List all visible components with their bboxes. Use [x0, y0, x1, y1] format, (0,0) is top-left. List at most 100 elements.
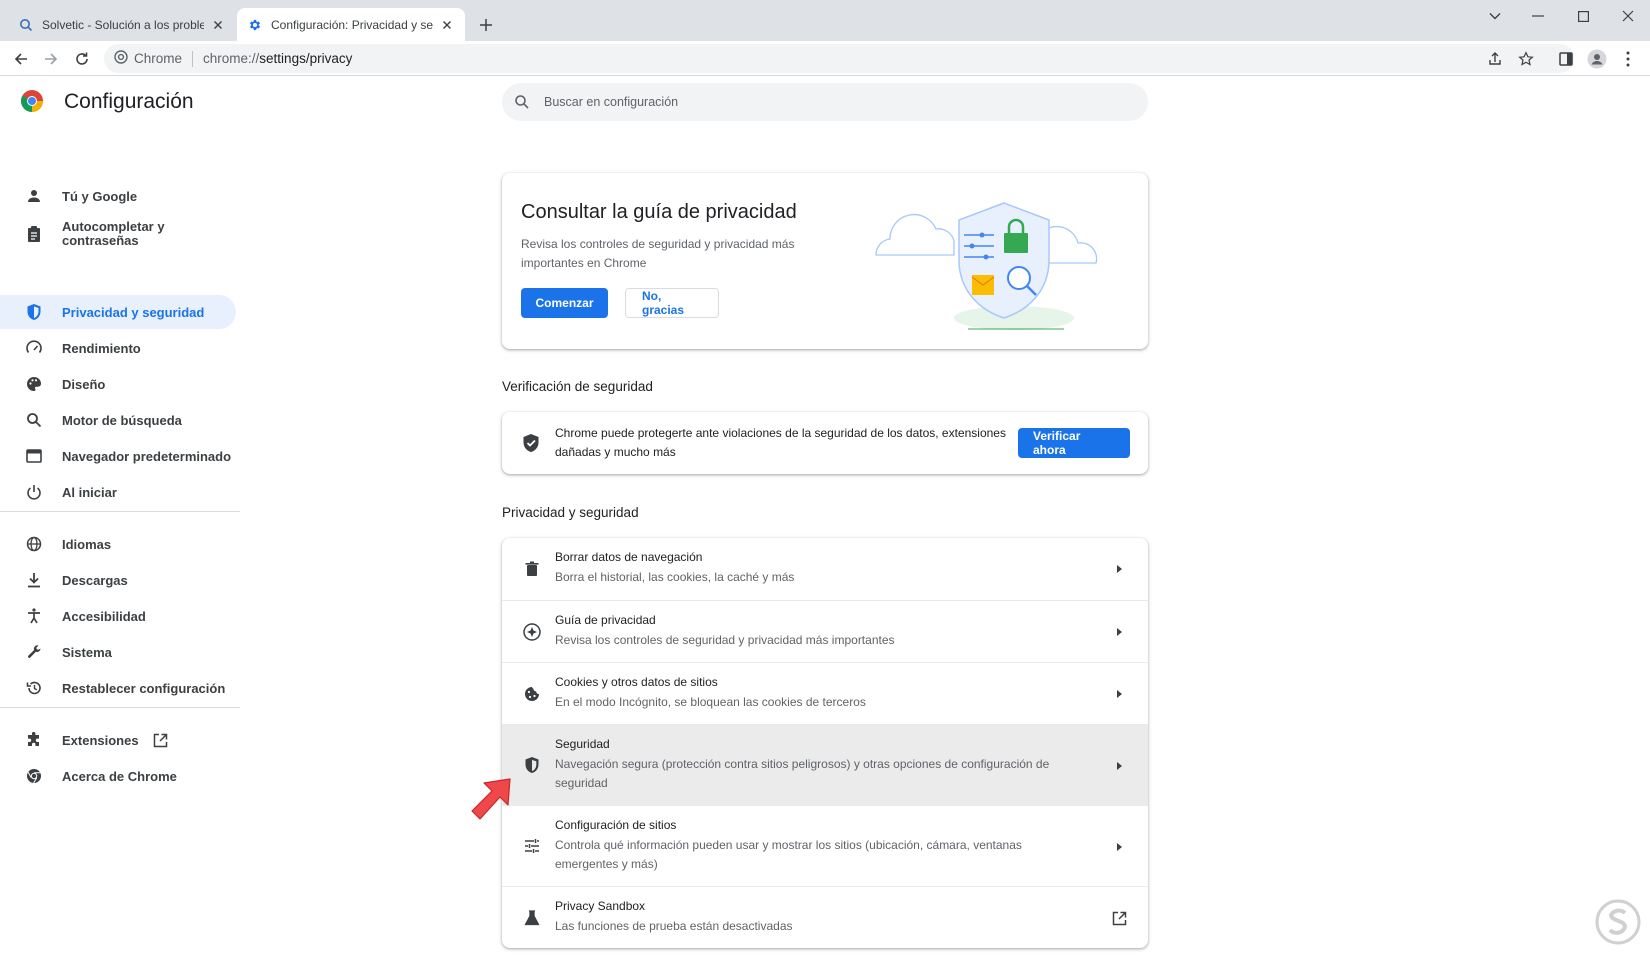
sidebar-item-extensions[interactable]: Extensiones	[0, 723, 236, 757]
menu-kebab-icon[interactable]	[1615, 46, 1641, 72]
check-now-button[interactable]: Verificar ahora	[1018, 428, 1130, 458]
browser-icon	[24, 446, 44, 466]
search-placeholder: Buscar en configuración	[544, 95, 679, 109]
search-favicon-icon	[18, 17, 34, 33]
bookmark-star-icon[interactable]	[1513, 44, 1539, 73]
sidebar-item-privacy-and-security[interactable]: Privacidad y seguridad	[0, 295, 236, 329]
sidebar-item-search-engine[interactable]: Motor de búsqueda	[0, 403, 236, 437]
sliders-icon	[521, 835, 543, 857]
privacy-settings-list: Borrar datos de navegación Borra el hist…	[502, 538, 1148, 948]
site-chip-label: Chrome	[134, 51, 183, 66]
sidebar-divider	[0, 511, 240, 512]
privacy-section-title: Privacidad y seguridad	[502, 505, 639, 520]
browser-toolbar: Chrome chrome:// settings/privacy	[0, 41, 1650, 76]
sidebar-item-performance[interactable]: Rendimiento	[0, 331, 236, 365]
tab-search-chevron-icon[interactable]	[1478, 4, 1512, 28]
close-window-icon[interactable]	[1611, 4, 1645, 28]
maximize-icon[interactable]	[1566, 4, 1600, 28]
close-tab-icon[interactable]	[439, 17, 455, 33]
sidebar-divider	[0, 707, 240, 708]
profile-avatar-icon[interactable]	[1584, 46, 1610, 72]
privacy-guide-promo-card: Consultar la guía de privacidad Revisa l…	[502, 173, 1148, 349]
start-privacy-guide-button[interactable]: Comenzar	[521, 288, 608, 318]
privacy-guide-illustration	[864, 193, 1114, 333]
promo-title: Consultar la guía de privacidad	[521, 201, 797, 223]
tab-solvetic[interactable]: Solvetic - Solución a los problemas	[8, 8, 236, 41]
chrome-logo-icon	[20, 89, 44, 113]
cookie-icon	[521, 683, 543, 705]
forward-arrow-icon[interactable]	[38, 46, 64, 72]
annotation-arrow	[466, 775, 516, 825]
site-settings-row[interactable]: Configuración de sitios Controla qué inf…	[502, 805, 1148, 886]
row-subtitle: En el modo Incógnito, se bloquean las co…	[555, 695, 866, 709]
trash-icon	[521, 558, 543, 580]
new-tab-button[interactable]	[474, 13, 498, 37]
tab-title: Configuración: Privacidad y seguridad	[271, 17, 433, 32]
close-tab-icon[interactable]	[210, 17, 226, 33]
cookies-row[interactable]: Cookies y otros datos de sitios En el mo…	[502, 662, 1148, 724]
row-title: Seguridad	[555, 737, 610, 751]
download-icon	[24, 570, 44, 590]
sidebar-item-label: Sistema	[62, 644, 112, 660]
sidebar-item-system[interactable]: Sistema	[0, 635, 236, 669]
sidebar-item-autofill[interactable]: Autocompletar y contraseñas	[0, 215, 236, 253]
sidebar-item-about-chrome[interactable]: Acerca de Chrome	[0, 759, 236, 793]
settings-search-input[interactable]: Buscar en configuración	[502, 83, 1148, 121]
speedometer-icon	[24, 338, 44, 358]
row-title: Privacy Sandbox	[555, 899, 646, 913]
sidebar-item-you-and-google[interactable]: Tú y Google	[0, 179, 236, 213]
security-row[interactable]: Seguridad Navegación segura (protección …	[502, 724, 1148, 805]
row-subtitle: Navegación segura (protección contra sit…	[555, 757, 1050, 790]
row-subtitle: Controla qué información pueden usar y m…	[555, 838, 1022, 871]
security-shield-icon	[521, 754, 543, 776]
row-title: Guía de privacidad	[555, 613, 656, 627]
shield-icon	[24, 302, 44, 322]
reload-icon[interactable]	[69, 46, 95, 72]
chevron-right-icon	[1112, 840, 1126, 854]
sidebar-item-accessibility[interactable]: Accesibilidad	[0, 599, 236, 633]
privacy-guide-row[interactable]: Guía de privacidad Revisa los controles …	[502, 600, 1148, 662]
sidebar-item-on-startup[interactable]: Al iniciar	[0, 475, 236, 509]
share-icon[interactable]	[1482, 44, 1508, 73]
safety-check-shield-icon	[522, 433, 542, 453]
external-link-icon	[1110, 909, 1128, 927]
settings-page: Configuración Buscar en configuración Tú…	[0, 77, 1650, 957]
side-panel-icon[interactable]	[1553, 46, 1579, 72]
flask-icon	[521, 907, 543, 929]
compass-icon	[521, 621, 543, 643]
sidebar-item-languages[interactable]: Idiomas	[0, 527, 236, 561]
chevron-right-icon	[1112, 562, 1126, 576]
search-icon	[514, 93, 532, 111]
url-scheme: chrome://	[203, 51, 260, 66]
accessibility-icon	[24, 606, 44, 626]
chevron-right-icon	[1112, 759, 1126, 773]
clear-browsing-data-row[interactable]: Borrar datos de navegación Borra el hist…	[502, 538, 1148, 600]
clipboard-icon	[24, 224, 44, 244]
privacy-sandbox-row[interactable]: Privacy Sandbox Las funciones de prueba …	[502, 886, 1148, 948]
search-icon	[24, 410, 44, 430]
back-arrow-icon[interactable]	[8, 46, 34, 72]
row-title: Cookies y otros datos de sitios	[555, 675, 718, 689]
page-title: Configuración	[64, 90, 194, 113]
sidebar-item-label: Extensiones	[62, 732, 139, 748]
row-title: Configuración de sitios	[555, 818, 677, 832]
sidebar-item-default-browser[interactable]: Navegador predeterminado	[0, 439, 236, 473]
row-subtitle: Borra el historial, las cookies, la cach…	[555, 570, 795, 584]
safety-check-section-title: Verificación de seguridad	[502, 379, 653, 394]
sidebar-item-reset-settings[interactable]: Restablecer configuración	[0, 671, 236, 705]
dismiss-privacy-guide-button[interactable]: No, gracias	[625, 288, 719, 318]
minimize-icon[interactable]	[1521, 4, 1555, 28]
sidebar-item-label: Navegador predeterminado	[62, 448, 232, 464]
sidebar-item-appearance[interactable]: Diseño	[0, 367, 236, 401]
restore-icon	[24, 678, 44, 698]
tab-settings[interactable]: Configuración: Privacidad y seguridad	[237, 8, 465, 41]
sidebar-item-downloads[interactable]: Descargas	[0, 563, 236, 597]
address-bar[interactable]: Chrome chrome:// settings/privacy	[104, 44, 1574, 73]
puzzle-icon	[24, 730, 44, 750]
safety-check-description: Chrome puede protegerte ante violaciones…	[555, 426, 1006, 459]
sidebar-item-label: Al iniciar	[62, 484, 117, 500]
tab-strip: Solvetic - Solución a los problemas Conf…	[0, 0, 1650, 41]
sidebar-item-label: Restablecer configuración	[62, 680, 226, 696]
chevron-right-icon	[1112, 687, 1126, 701]
person-icon	[24, 186, 44, 206]
